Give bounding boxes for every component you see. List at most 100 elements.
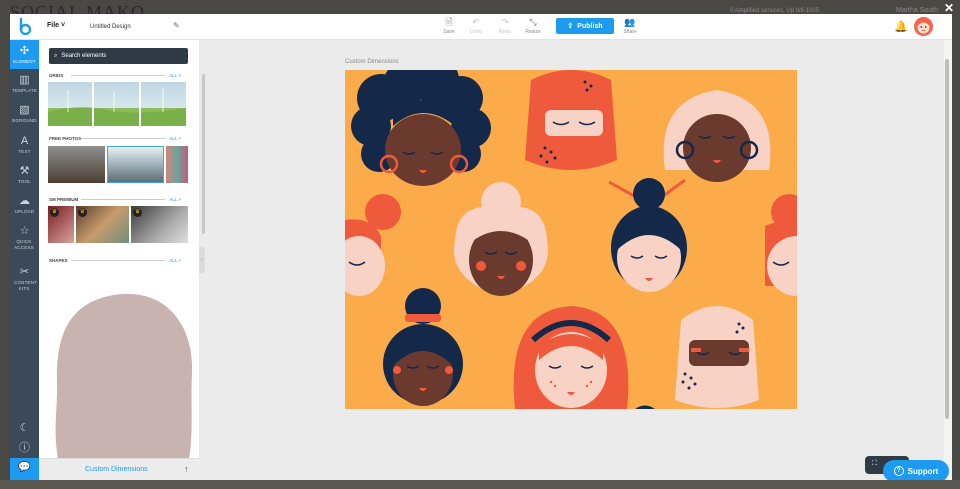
upload-cloud-icon: ☁ (19, 195, 30, 207)
section-grids: GRIDS ALL > (49, 73, 181, 81)
rail-item-content-kits[interactable]: ✂ CONTENT KITS (10, 266, 39, 292)
rail-item-element[interactable]: ✣ ELEMENT (10, 40, 39, 69)
rail-label: TOOL (18, 179, 31, 184)
chat-icon: 💬 (18, 462, 31, 473)
file-menu[interactable]: File ˅ (47, 22, 65, 29)
design-canvas[interactable] (345, 70, 797, 409)
background-icon: ▧ (19, 104, 30, 116)
avatar[interactable] (914, 17, 933, 36)
rail-label: UPLOAD (14, 209, 35, 214)
crown-icon: ♛ (133, 208, 142, 217)
kits-icon: ✂ (19, 266, 30, 278)
rail-item-text[interactable]: A TEXT (10, 135, 39, 155)
redo-button[interactable]: ↷ Redo (492, 17, 518, 35)
resize-icon: ⤡ (529, 17, 537, 27)
elements-panel: ⌕ Search elements GRIDS ALL > FREE PHOTO… (39, 40, 199, 480)
canvas-scrollbar[interactable] (945, 59, 949, 419)
left-rail: ✣ ELEMENT ▥ TEMPLATE ▧ BGROUND A TEXT ⚒ … (10, 40, 39, 480)
save-label: Save (443, 29, 455, 35)
section-title: FREE PHOTOS (49, 136, 82, 141)
publish-button[interactable]: ⇪ Publish (556, 18, 614, 34)
share-button[interactable]: 👥 Share (617, 17, 643, 35)
info-icon: ⓘ (19, 442, 30, 454)
wrench-icon: ⚒ (19, 165, 30, 177)
redo-icon: ↷ (501, 17, 509, 27)
backdrop-user: Martha South (895, 7, 938, 14)
dark-mode-toggle[interactable]: ☾ (10, 422, 39, 434)
see-all-photos-link[interactable]: ALL > (169, 136, 181, 141)
section-sm-premium: SM PREMIUM ALL > (49, 197, 181, 205)
undo-label: Undo (470, 29, 482, 35)
rail-label: QUICK ACCESS (14, 239, 34, 250)
question-icon: ? (893, 466, 904, 476)
section-shapes: SHAPES ALL > (49, 258, 181, 266)
see-all-grids-link[interactable]: ALL > (169, 73, 181, 78)
free-photo-thumbnail[interactable] (107, 146, 164, 183)
see-all-premium-link[interactable]: ALL > (169, 197, 181, 202)
shapes-icon: ✣ (19, 45, 30, 57)
women-faces-pattern (345, 70, 797, 409)
share-people-icon: 👥 (624, 17, 636, 27)
arrow-up-icon[interactable]: ↑ (184, 464, 189, 474)
close-icon[interactable]: ✕ (944, 1, 954, 15)
section-free-photos: FREE PHOTOS ALL > (49, 136, 181, 144)
moon-icon: ☾ (19, 422, 30, 434)
search-placeholder: Search elements (61, 53, 107, 59)
grid-thumbnail[interactable] (48, 82, 186, 126)
section-title: SHAPES (49, 258, 68, 263)
rail-item-bground[interactable]: ▧ BGROUND (10, 104, 39, 124)
rail-item-template[interactable]: ▥ TEMPLATE (10, 74, 39, 94)
undo-button[interactable]: ↶ Undo (463, 17, 489, 35)
section-title: SM PREMIUM (49, 197, 79, 202)
notification-bell-icon[interactable]: 🔔 (894, 20, 908, 33)
edit-name-icon[interactable]: ✎ (173, 21, 180, 30)
premium-thumbnail[interactable]: ♛ (131, 206, 188, 243)
backdrop-strip (0, 480, 960, 489)
share-label: Share (623, 29, 637, 35)
rail-label: ELEMENT (13, 59, 36, 64)
crown-icon: ♛ (50, 208, 59, 217)
rail-label: BGROUND (12, 118, 37, 123)
premium-thumbnail[interactable]: ♛ (48, 206, 74, 243)
section-title: GRIDS (49, 73, 64, 78)
search-input[interactable]: ⌕ Search elements (49, 48, 188, 64)
resize-label: Resize (525, 29, 541, 35)
panel-scrollbar[interactable] (202, 74, 205, 234)
free-photo-thumbnail[interactable] (166, 146, 188, 183)
support-button[interactable]: ? Support (883, 460, 949, 480)
app-logo-icon[interactable] (17, 18, 33, 36)
undo-icon: ↶ (472, 17, 480, 27)
rail-label: TEXT (18, 149, 31, 154)
text-icon: A (20, 135, 29, 147)
resize-button[interactable]: ⤡ Resize (520, 17, 546, 35)
rail-item-upload[interactable]: ☁ UPLOAD (10, 195, 39, 215)
see-all-shapes-link[interactable]: ALL > (169, 258, 181, 263)
save-button[interactable]: 🗎 Save (436, 17, 462, 35)
chat-button[interactable]: 💬 (10, 458, 39, 480)
panel-footer: Custom Dimensions ↑ (39, 458, 199, 480)
free-photo-thumbnail[interactable] (48, 146, 105, 183)
top-toolbar: File ˅ Untitled Design ✎ 🗎 Save ↶ Undo ↷… (10, 14, 952, 40)
redo-label: Redo (499, 29, 511, 35)
premium-thumbnail[interactable]: ♛ (76, 206, 129, 243)
publish-label: Publish (577, 22, 603, 30)
crown-icon: ♛ (78, 208, 87, 217)
publish-icon: ⇪ (567, 23, 574, 30)
rail-label: TEMPLATE (11, 88, 38, 93)
rail-item-quick-access[interactable]: ☆ QUICK ACCESS (10, 225, 39, 251)
search-icon: ⌕ (54, 52, 58, 59)
design-name[interactable]: Untitled Design (90, 24, 131, 30)
rail-item-tool[interactable]: ⚒ TOOL (10, 165, 39, 185)
blob-shape[interactable] (54, 293, 192, 480)
custom-dimensions-link[interactable]: Custom Dimensions (85, 466, 148, 473)
info-button[interactable]: ⓘ (10, 442, 39, 454)
save-icon: 🗎 (445, 17, 453, 27)
fullscreen-icon: ⛶ (872, 460, 877, 467)
rail-label: CONTENT KITS (14, 280, 38, 291)
support-label: Support (907, 466, 939, 476)
collapse-panel-handle[interactable]: ‹ (199, 247, 205, 273)
avatar-face-icon (917, 19, 930, 34)
canvas-label: Custom Dimensions (345, 59, 399, 65)
star-icon: ☆ (19, 225, 30, 237)
template-icon: ▥ (19, 74, 30, 86)
